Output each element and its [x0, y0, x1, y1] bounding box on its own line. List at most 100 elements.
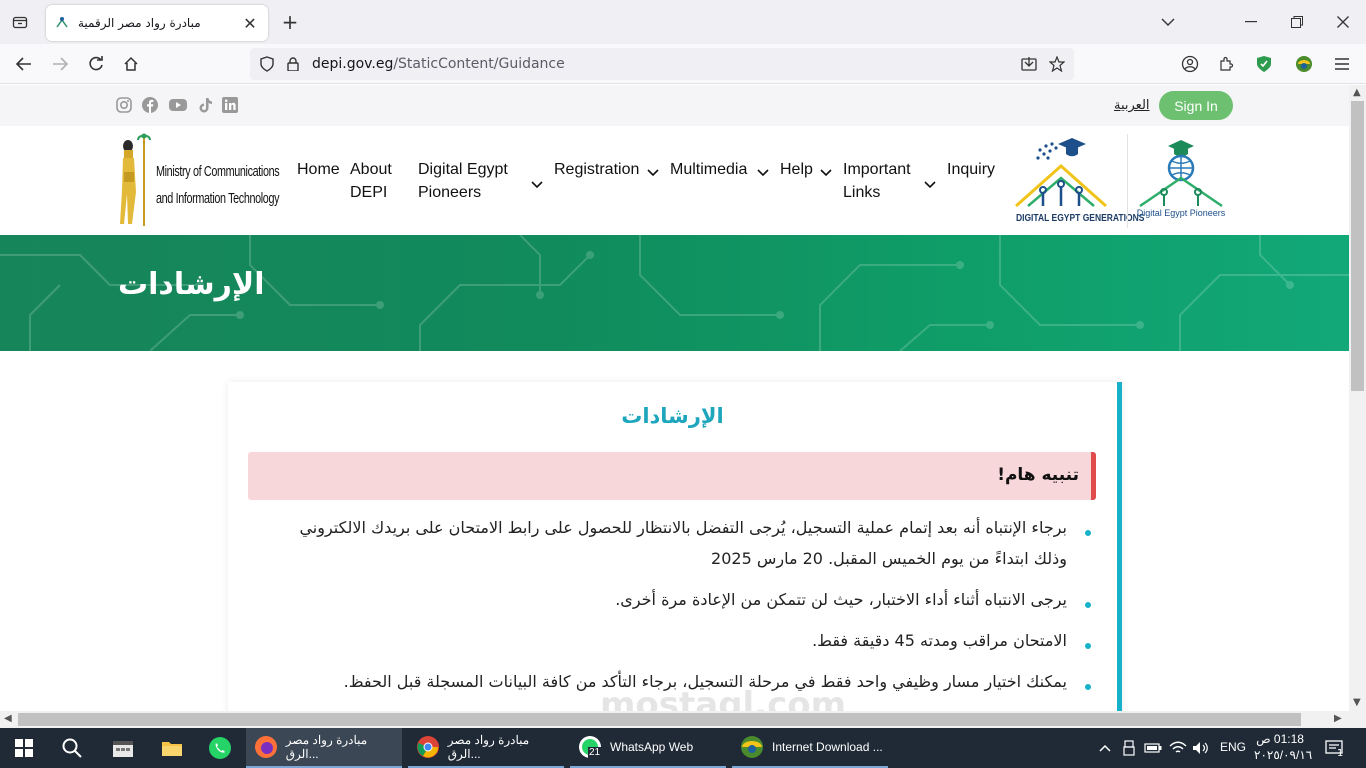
bookmark-star-icon[interactable] — [1048, 56, 1066, 72]
bullet-dot-icon — [1085, 530, 1091, 536]
list-item-text: برجاء الإنتباه أنه بعد إتمام عملية التسج… — [299, 518, 1067, 568]
chevron-down-icon[interactable] — [757, 169, 769, 177]
nav-important-links[interactable]: Important Links — [843, 158, 911, 204]
digital-egypt-pioneers-logo[interactable]: Digital Egypt Pioneers — [1136, 138, 1226, 230]
tracking-protection-icon[interactable] — [258, 56, 276, 72]
taskbar-app-chrome[interactable]: مبادرة رواد مصر الرق... — [408, 728, 564, 768]
restore-window-icon[interactable] — [1287, 12, 1307, 32]
digital-egypt-generations-logo[interactable]: DIGITAL EGYPT GENERATIONS — [1008, 136, 1144, 228]
show-hidden-icons-icon[interactable] — [1096, 736, 1114, 760]
search-icon[interactable] — [60, 736, 84, 760]
linkedin-icon[interactable] — [222, 97, 238, 113]
important-alert: تنبيه هام! — [248, 452, 1096, 500]
scroll-right-icon[interactable]: ▶ — [1334, 713, 1342, 724]
clock-time: 01:18 ص — [1256, 732, 1304, 746]
notification-center-icon[interactable]: 1 — [1322, 736, 1346, 760]
pioneers-emblem-icon — [1139, 140, 1223, 208]
tab-list-icon[interactable] — [8, 10, 32, 34]
close-window-icon[interactable] — [1333, 12, 1353, 32]
home-icon[interactable] — [119, 52, 143, 76]
card-title: الإرشادات — [621, 404, 724, 428]
vertical-scrollbar[interactable]: ▲ ▼ — [1349, 85, 1366, 711]
address-bar[interactable]: depi.gov.eg/StaticContent/Guidance — [250, 48, 1074, 80]
scroll-down-icon[interactable]: ▼ — [1353, 697, 1361, 708]
nav-home[interactable]: Home — [297, 158, 340, 181]
usb-device-icon[interactable] — [1120, 736, 1138, 760]
list-all-tabs-icon[interactable] — [1158, 12, 1178, 32]
nav-multimedia[interactable]: Multimedia — [670, 158, 747, 181]
volume-icon[interactable] — [1191, 736, 1211, 760]
hero-banner: الإرشادات — [0, 235, 1349, 351]
facebook-icon[interactable] — [142, 97, 158, 113]
clock[interactable]: 01:18 ص ٢٠٢٥/٠٩/١٦ — [1254, 731, 1313, 763]
app-menu-icon[interactable] — [1330, 52, 1354, 76]
vertical-scroll-thumb[interactable] — [1351, 101, 1364, 391]
guidance-card: الإرشادات تنبيه هام! برجاء الإنتباه أنه … — [228, 382, 1122, 711]
chevron-down-icon[interactable] — [820, 169, 832, 177]
battery-icon[interactable] — [1143, 736, 1163, 760]
calendar-app-icon[interactable] — [111, 736, 135, 760]
back-icon[interactable] — [12, 52, 36, 76]
nav-about-depi[interactable]: About DEPI — [350, 158, 392, 204]
bullet-dot-icon — [1085, 643, 1091, 649]
taskbar-app-idm[interactable]: Internet Download ... — [732, 728, 888, 768]
new-tab-icon[interactable]: + — [280, 12, 300, 32]
download-manager-extension-icon[interactable] — [1292, 52, 1316, 76]
save-to-pocket-icon[interactable] — [1020, 56, 1038, 72]
web-page: العربية Sign In Ministry of Communicatio… — [0, 85, 1349, 711]
chevron-down-icon[interactable] — [531, 181, 543, 189]
site-favicon-icon — [54, 15, 70, 31]
nav-digital-egypt-pioneers[interactable]: Digital Egypt Pioneers — [418, 158, 508, 204]
top-utility-bar: العربية Sign In — [0, 85, 1349, 126]
account-icon[interactable] — [1178, 52, 1202, 76]
whatsapp-desktop-icon[interactable] — [208, 736, 232, 760]
generations-emblem-icon — [1015, 138, 1107, 208]
tiktok-icon[interactable] — [197, 97, 213, 113]
instagram-icon[interactable] — [116, 97, 132, 113]
watermark: mostaql.com — [600, 685, 847, 711]
chevron-down-icon[interactable] — [924, 181, 936, 189]
pioneers-logo-text: Digital Egypt Pioneers — [1136, 208, 1226, 218]
close-tab-icon[interactable]: ✕ — [240, 13, 260, 33]
minimize-window-icon[interactable] — [1241, 12, 1261, 32]
nav-registration[interactable]: Registration — [554, 158, 639, 181]
ministry-logo[interactable]: Ministry of Communications and Informati… — [116, 132, 286, 228]
idm-icon — [741, 736, 763, 758]
taskbar-app-firefox[interactable]: مبادرة رواد مصر الرق... — [246, 728, 402, 768]
scroll-left-icon[interactable]: ◀ — [4, 713, 12, 724]
url-text[interactable]: depi.gov.eg/StaticContent/Guidance — [312, 56, 565, 72]
taskbar-app-label: مبادرة رواد مصر الرق... — [447, 733, 530, 761]
forward-icon[interactable] — [48, 52, 72, 76]
file-explorer-icon[interactable] — [160, 736, 184, 760]
list-item-text: يرجى الانتباه أثناء أداء الاختبار، حيث ل… — [615, 590, 1067, 609]
scroll-up-icon[interactable]: ▲ — [1353, 87, 1361, 98]
adblock-shield-icon[interactable] — [1252, 52, 1276, 76]
lock-icon[interactable] — [284, 56, 302, 72]
taskbar-app-label: Internet Download ... — [772, 740, 883, 754]
browser-tab-active[interactable]: مبادرة رواد مصر الرقمية ✕ — [46, 5, 268, 41]
youtube-icon[interactable] — [169, 97, 187, 113]
logo-divider — [1127, 134, 1128, 228]
page-title: الإرشادات — [118, 267, 265, 302]
reload-icon[interactable] — [84, 52, 108, 76]
extensions-icon[interactable] — [1214, 52, 1238, 76]
chevron-down-icon[interactable] — [647, 169, 659, 177]
horizontal-scroll-thumb[interactable] — [18, 713, 1301, 726]
alert-text: تنبيه هام! — [997, 465, 1079, 485]
language-switch-link[interactable]: العربية — [1114, 98, 1150, 113]
list-item-text: الامتحان مراقب ومدته 45 دقيقة فقط. — [812, 631, 1067, 650]
horizontal-scrollbar[interactable]: ◀ ▶ — [0, 711, 1366, 728]
notification-count: 1 — [1337, 748, 1344, 759]
list-item: برجاء الإنتباه أنه بعد إتمام عملية التسج… — [291, 512, 1091, 574]
windows-start-icon[interactable] — [12, 736, 36, 760]
sign-in-button[interactable]: Sign In — [1159, 91, 1233, 120]
taskbar-app-whatsapp-web[interactable]: 21 WhatsApp Web — [570, 728, 726, 768]
wifi-icon[interactable] — [1168, 736, 1188, 760]
clock-date: ٢٠٢٥/٠٩/١٦ — [1254, 748, 1313, 762]
whatsapp-icon: 21 — [578, 735, 602, 759]
nav-inquiry[interactable]: Inquiry — [947, 158, 995, 181]
nav-about-line2: DEPI — [350, 184, 388, 201]
nav-help[interactable]: Help — [780, 158, 813, 181]
browser-tab-strip: مبادرة رواد مصر الرقمية ✕ + — [0, 0, 1366, 44]
input-language[interactable]: ENG — [1220, 740, 1246, 754]
